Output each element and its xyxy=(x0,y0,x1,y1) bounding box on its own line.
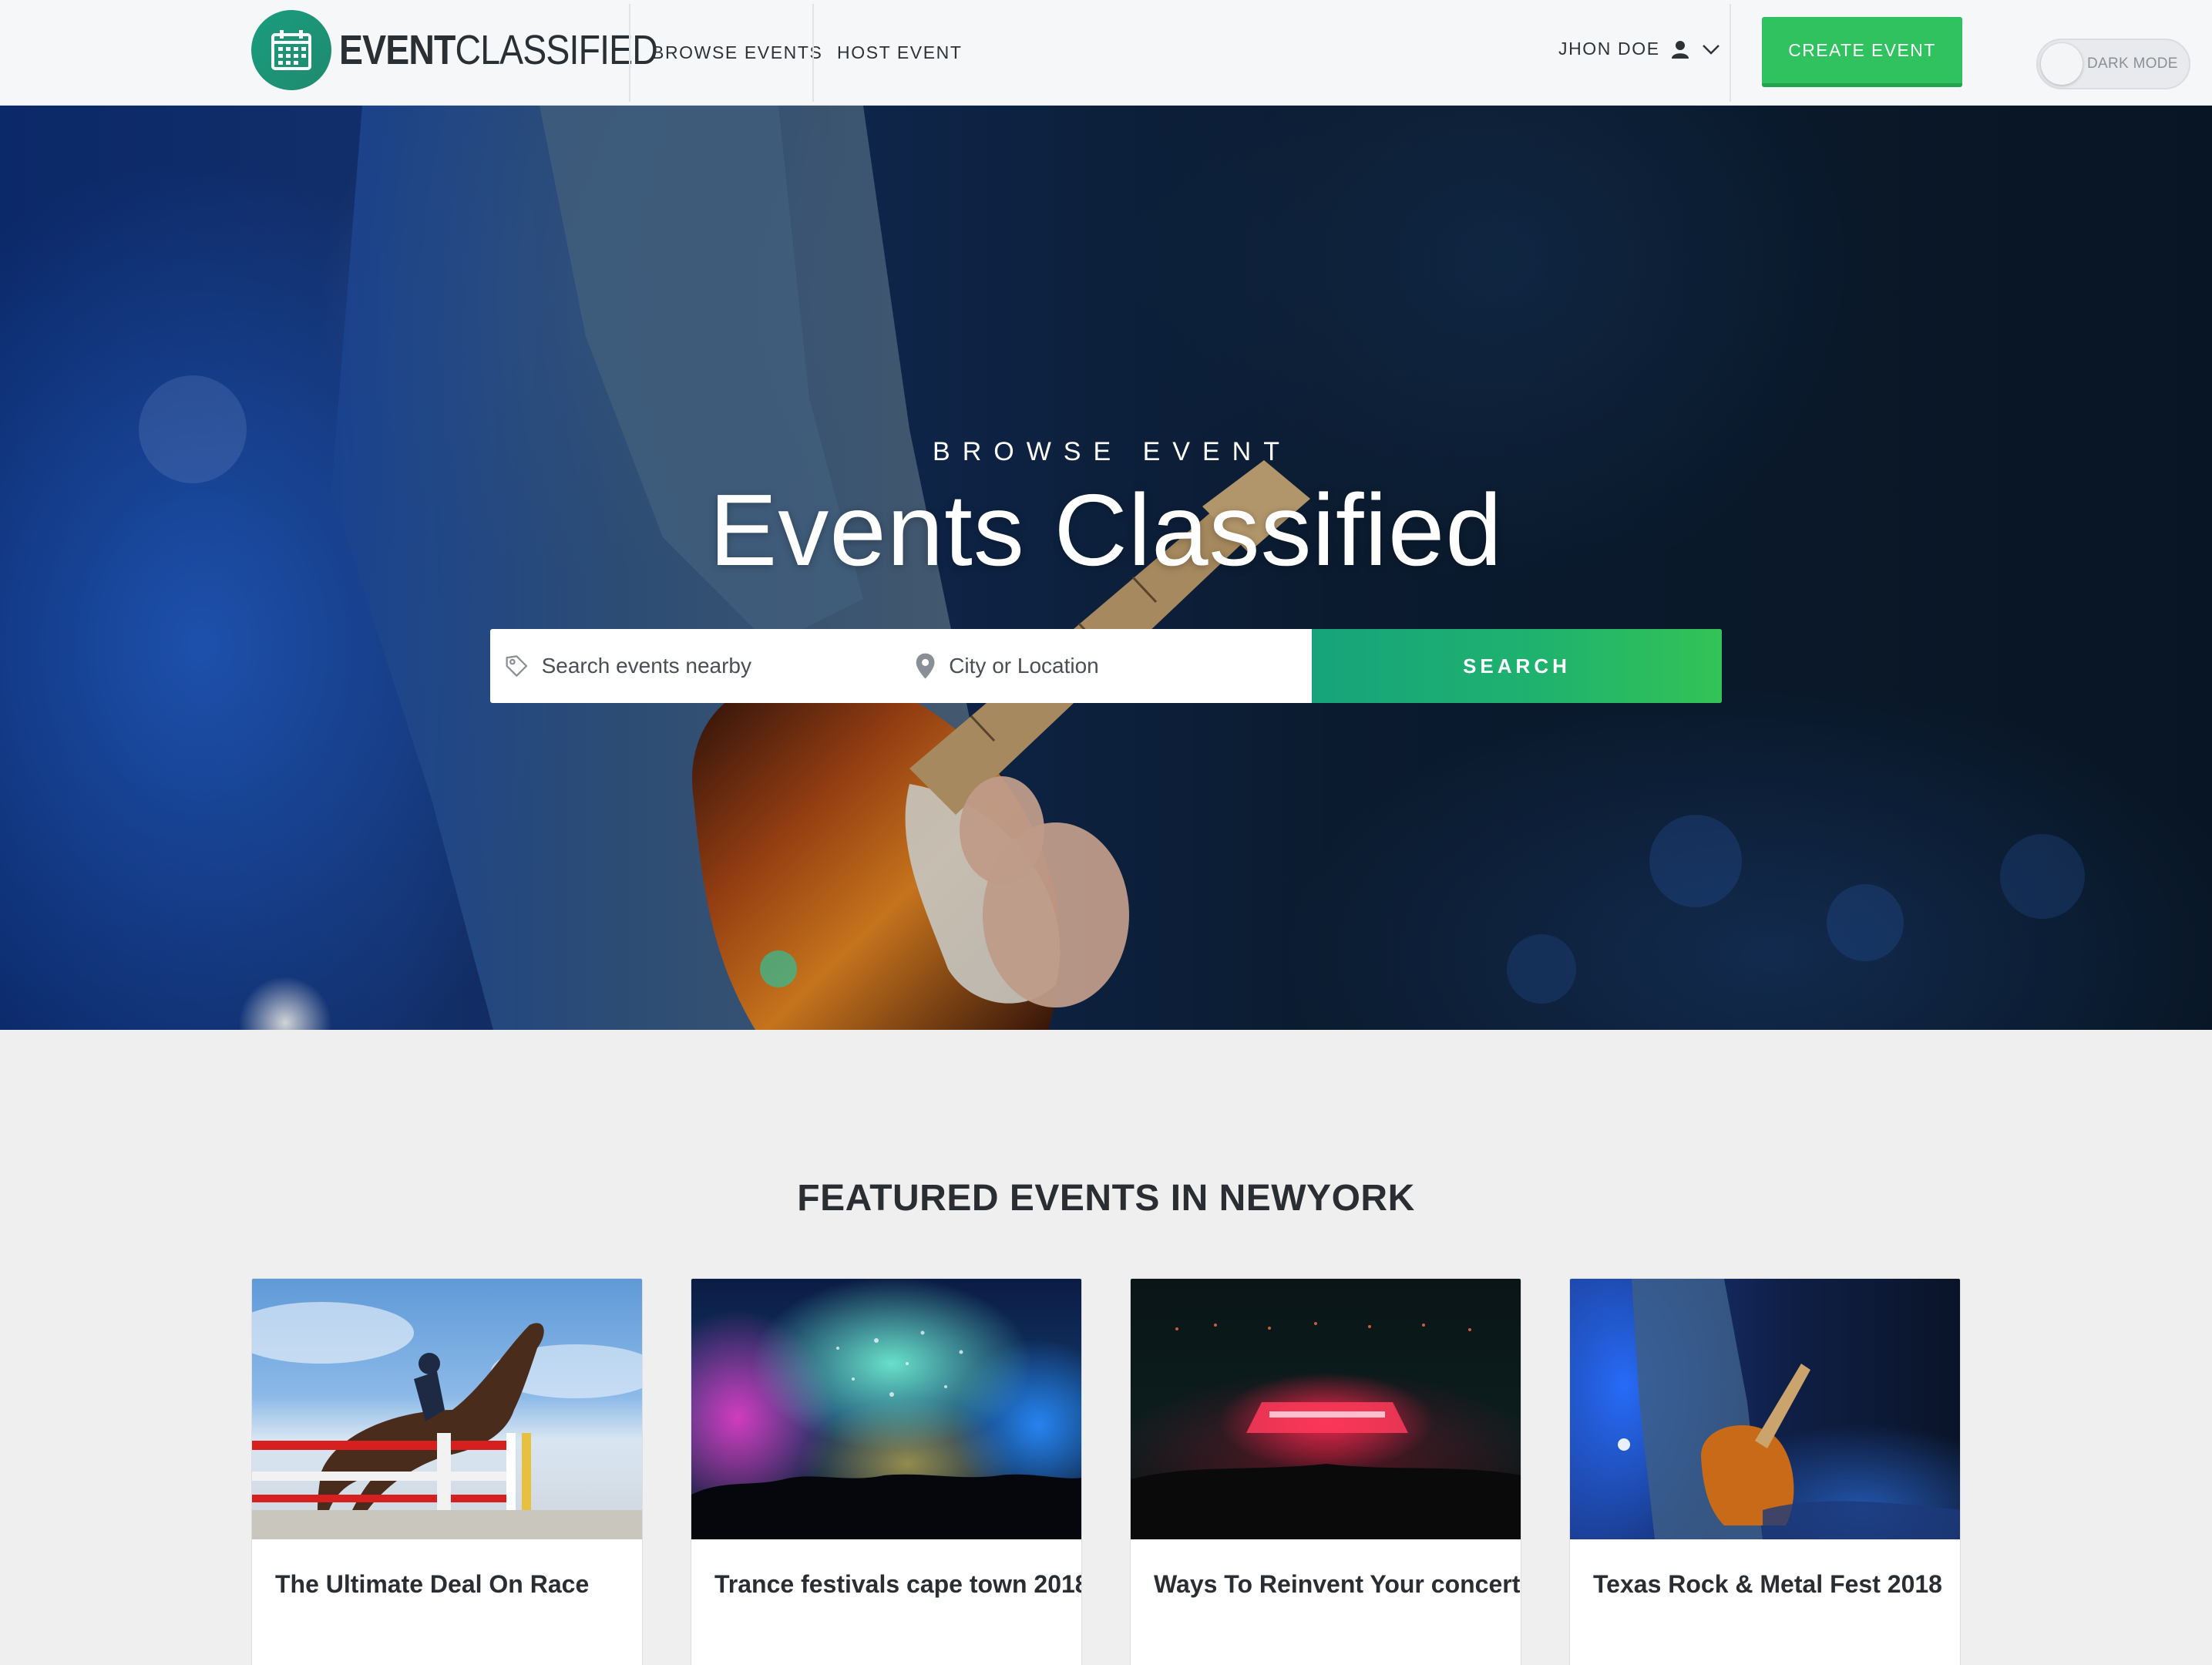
dark-mode-toggle[interactable]: DARK MODE xyxy=(2036,39,2190,89)
event-card-image xyxy=(1570,1279,1960,1539)
hero-banner: BROWSE EVENT Events Classified SEARCH xyxy=(0,106,2212,1030)
event-card[interactable]: Trance festivals cape town 2018 xyxy=(691,1278,1082,1665)
event-card[interactable]: The Ultimate Deal On Race xyxy=(251,1278,643,1665)
create-event-button[interactable]: CREATE EVENT xyxy=(1762,17,1962,87)
map-pin-icon xyxy=(916,653,935,679)
logo-wordmark: EVENTCLASSIFIED xyxy=(339,27,658,73)
event-card-image xyxy=(691,1279,1081,1539)
user-icon xyxy=(1671,40,1689,59)
event-card-image xyxy=(1131,1279,1521,1539)
nav-browse-events[interactable]: BROWSE EVENTS xyxy=(652,0,822,106)
search-button[interactable]: SEARCH xyxy=(1312,629,1722,703)
user-menu[interactable]: JHON DOE xyxy=(1558,0,1720,98)
featured-heading: FEATURED EVENTS IN NEWYORK xyxy=(797,1178,1415,1219)
search-bar: SEARCH xyxy=(490,629,1722,703)
calendar-icon xyxy=(251,10,331,90)
nav-divider xyxy=(629,4,630,102)
user-name: JHON DOE xyxy=(1558,39,1660,59)
dark-mode-label: DARK MODE xyxy=(2087,56,2178,72)
event-card[interactable]: Ways To Reinvent Your concert xyxy=(1130,1278,1521,1665)
event-card-title: Trance festivals cape town 2018 xyxy=(714,1570,1082,1598)
nav-divider xyxy=(812,4,814,102)
event-card[interactable]: Texas Rock & Metal Fest 2018 xyxy=(1569,1278,1961,1665)
hero-title: Events Classified xyxy=(709,473,1503,587)
event-card-title: Ways To Reinvent Your concert xyxy=(1154,1570,1521,1598)
event-search-input[interactable] xyxy=(541,654,902,678)
toggle-knob xyxy=(2041,43,2083,85)
event-card-image xyxy=(252,1279,642,1539)
event-card-title: The Ultimate Deal On Race xyxy=(275,1570,590,1598)
location-search-field[interactable] xyxy=(902,629,1312,703)
nav-host-event[interactable]: HOST EVENT xyxy=(837,0,963,106)
nav-divider xyxy=(1730,4,1731,102)
tag-icon xyxy=(506,655,528,677)
site-logo[interactable]: EVENTCLASSIFIED xyxy=(251,10,709,90)
top-navbar: EVENTCLASSIFIED BROWSE EVENTS HOST EVENT… xyxy=(0,0,2212,106)
chevron-down-icon xyxy=(1702,44,1720,55)
event-card-title: Texas Rock & Metal Fest 2018 xyxy=(1593,1570,1942,1598)
hero-eyebrow: BROWSE EVENT xyxy=(933,437,1292,466)
location-input[interactable] xyxy=(949,654,1312,678)
event-search-field[interactable] xyxy=(490,629,902,703)
